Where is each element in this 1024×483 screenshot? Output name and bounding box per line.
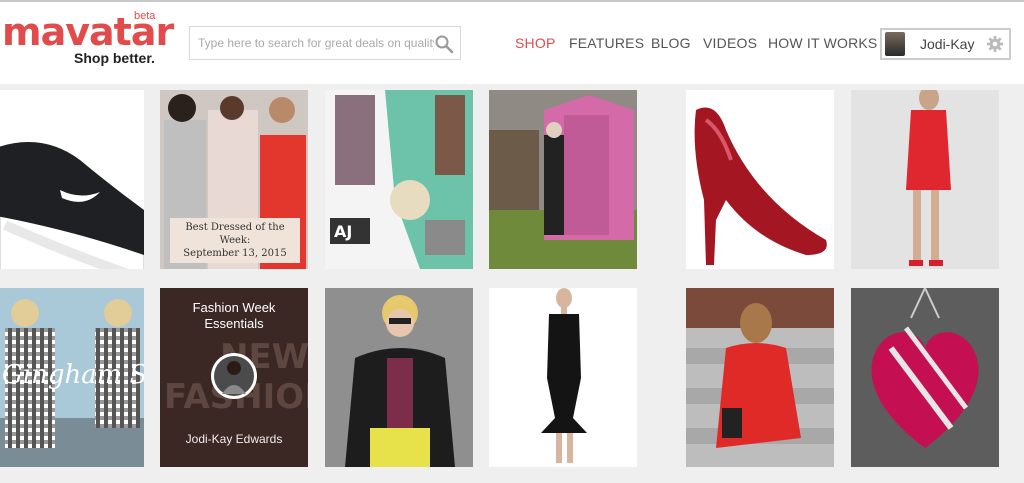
user-menu[interactable]: Jodi-Kay	[880, 28, 1011, 60]
gear-icon[interactable]	[986, 35, 1004, 53]
red-dress-tile[interactable]	[851, 90, 999, 269]
fashion-week-title-line-1: Fashion Week	[192, 300, 276, 315]
pink-shed-image	[489, 90, 637, 269]
leather-jacket-image	[325, 288, 473, 467]
nav-videos[interactable]: VIDEOS	[703, 35, 757, 51]
nav-features[interactable]: FEATURES	[569, 35, 644, 51]
beta-badge: beta	[134, 10, 156, 22]
caption-line-1: Best Dressed of the Week:	[185, 222, 285, 246]
fashion-week-title-line-2: Essentials	[204, 316, 264, 331]
mavatar-logo[interactable]: mavatar beta Shop better.	[2, 10, 174, 70]
red-dress-image	[851, 90, 999, 269]
gingham-overlay-text: Gingham Style	[2, 360, 144, 390]
nav-shop[interactable]: SHOP	[515, 35, 555, 51]
collage-label: AJ	[334, 222, 352, 241]
gingham-style-tile[interactable]: Gingham Style	[0, 288, 144, 467]
black-lace-dress-tile[interactable]	[489, 288, 637, 467]
site-header: mavatar beta Shop better. SHOP FEATURES …	[0, 2, 1024, 84]
nav-blog[interactable]: BLOG	[651, 35, 691, 51]
collage-image: AJ	[325, 90, 473, 269]
leather-jacket-tile[interactable]	[325, 288, 473, 467]
avatar	[885, 32, 905, 56]
fashion-week-author: Jodi-Kay Edwards	[185, 432, 283, 446]
heart-pendant-tile[interactable]	[851, 288, 999, 467]
collage-tile[interactable]: AJ	[325, 90, 473, 269]
search-icon[interactable]	[434, 34, 454, 54]
red-outfit-steps-image	[686, 288, 834, 467]
nav-how-it-works[interactable]: HOW IT WORKS	[768, 35, 877, 51]
fashion-week-title: Fashion Week Essentials	[160, 300, 308, 332]
best-dressed-caption: Best Dressed of the Week: September 13, …	[170, 218, 300, 263]
sneaker-image	[0, 90, 144, 269]
search-box[interactable]	[189, 26, 461, 60]
fashion-week-tile[interactable]: NEW Y FASHION Fashion Week Essentials Jo…	[160, 288, 308, 467]
gingham-style-image: Gingham Style	[0, 288, 144, 467]
logo-tagline: Shop better.	[74, 50, 155, 66]
red-heels-image	[686, 90, 834, 269]
red-outfit-steps-tile[interactable]	[686, 288, 834, 467]
product-tile-sneaker[interactable]	[0, 90, 144, 269]
red-heels-tile[interactable]	[686, 90, 834, 269]
best-dressed-tile[interactable]: Best Dressed of the Week: September 13, …	[160, 90, 308, 269]
pink-shed-tile[interactable]	[489, 90, 637, 269]
search-input[interactable]	[198, 33, 434, 53]
user-name: Jodi-Kay	[920, 36, 975, 52]
heart-pendant-image	[851, 288, 999, 467]
black-lace-dress-image	[489, 288, 637, 467]
caption-line-2: September 13, 2015	[183, 248, 287, 259]
